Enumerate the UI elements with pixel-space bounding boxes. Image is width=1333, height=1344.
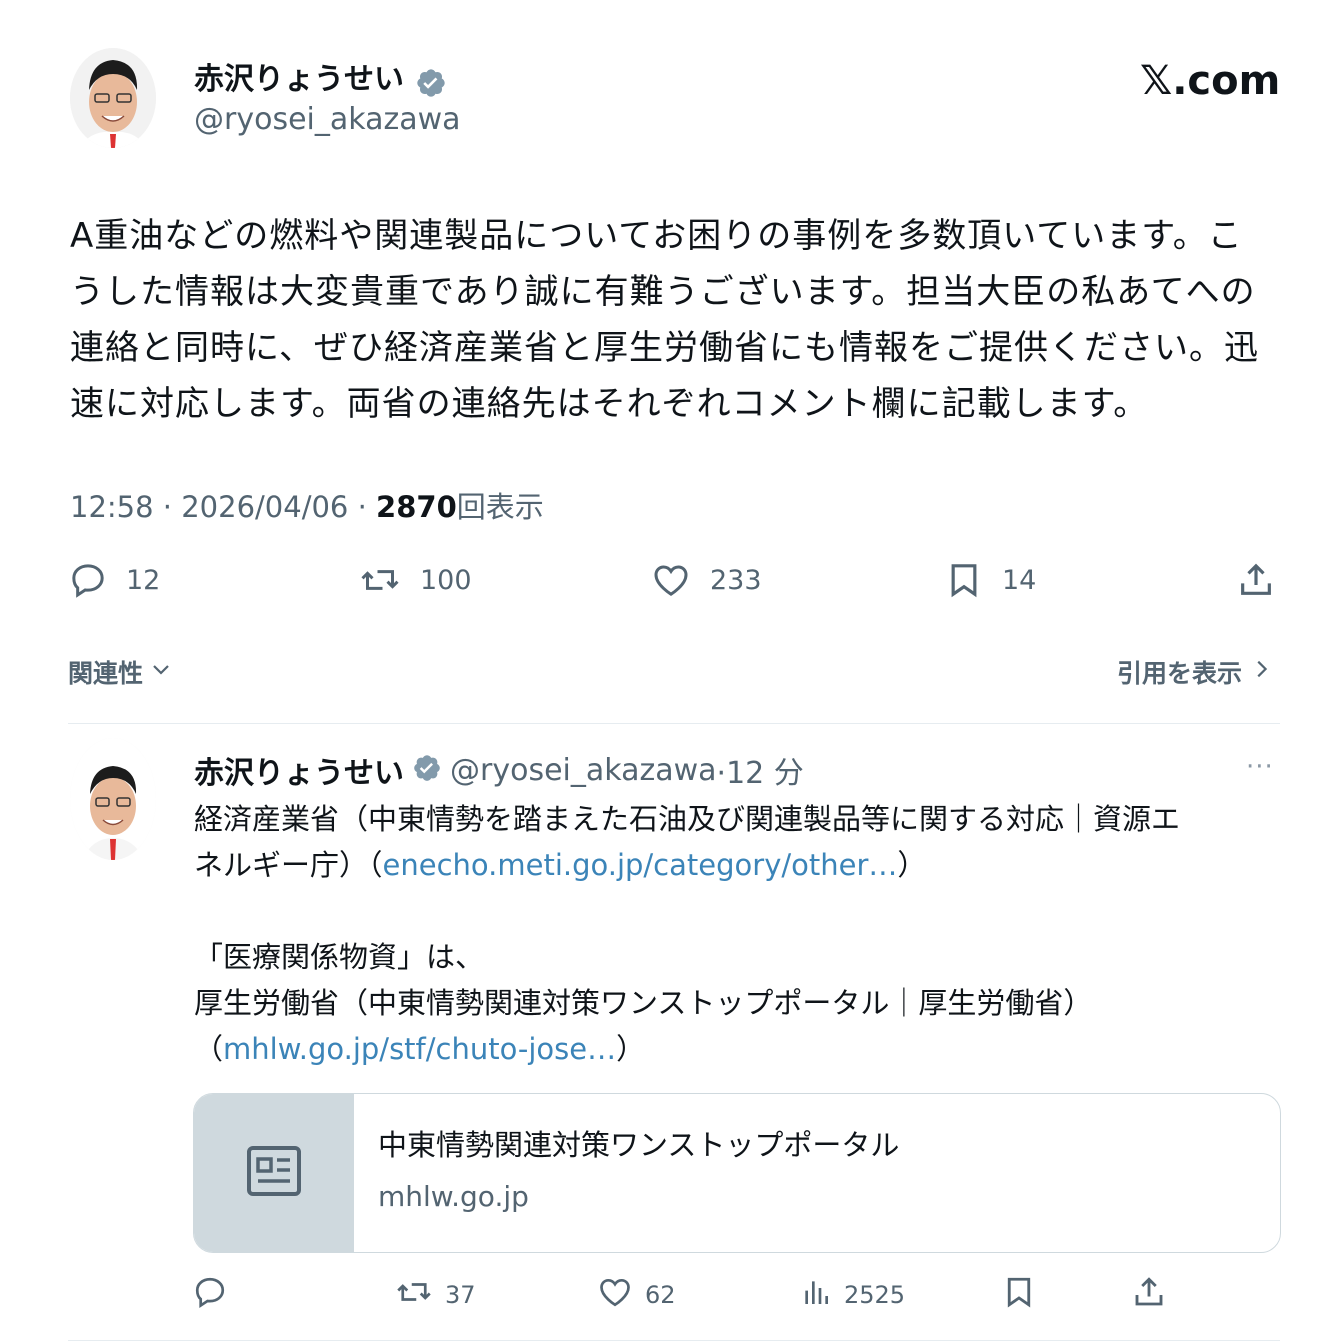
view-quotes-label: 引用を表示 bbox=[1117, 659, 1243, 688]
tweet-text: A重油などの燃料や関連製品についてお困りの事例を多数頂いています。こ うした情報… bbox=[70, 208, 1285, 432]
verified-badge-icon bbox=[412, 753, 442, 787]
share-icon bbox=[1236, 563, 1276, 604]
reply-count: 12 bbox=[126, 564, 161, 596]
views-count: 2870 bbox=[376, 490, 457, 524]
reply-share-button[interactable] bbox=[1131, 1274, 1167, 1314]
article-icon bbox=[246, 1145, 302, 1201]
enecho-link[interactable]: enecho.meti.go.jp/category/other… bbox=[383, 848, 898, 882]
like-button[interactable]: 233 bbox=[650, 560, 762, 600]
share-button[interactable] bbox=[1236, 560, 1276, 604]
reply-display-name[interactable]: 赤沢りょうせい bbox=[194, 748, 404, 792]
view-quotes-link[interactable]: 引用を表示 bbox=[1117, 654, 1272, 690]
heart-icon bbox=[650, 560, 692, 600]
reply-views-button[interactable]: 2525 bbox=[800, 1274, 905, 1316]
separator: · bbox=[162, 490, 173, 524]
reply-bookmark-button[interactable] bbox=[1001, 1274, 1037, 1314]
avatar[interactable] bbox=[70, 48, 156, 148]
mhlw-link[interactable]: mhlw.go.jp/stf/chuto-jose… bbox=[223, 1032, 616, 1066]
divider bbox=[68, 1340, 1280, 1341]
reply-handle[interactable]: @ryosei_akazawa bbox=[450, 753, 717, 788]
reply-text-fragment: ネルギー庁）（ bbox=[194, 848, 383, 882]
like-count: 233 bbox=[710, 564, 762, 596]
separator: · bbox=[357, 490, 367, 524]
repost-button[interactable]: 100 bbox=[358, 560, 472, 600]
verified-badge-icon bbox=[415, 67, 447, 103]
chevron-right-icon bbox=[1250, 657, 1272, 687]
bookmark-count: 14 bbox=[1002, 564, 1037, 596]
handle[interactable]: @ryosei_akazawa bbox=[194, 102, 461, 137]
reply-like-count: 62 bbox=[645, 1281, 676, 1309]
reply-views-count: 2525 bbox=[844, 1281, 906, 1309]
tweet-time[interactable]: 12:58 bbox=[70, 490, 154, 524]
reply-button[interactable]: 12 bbox=[68, 560, 160, 600]
heart-icon bbox=[597, 1274, 633, 1316]
bookmark-icon bbox=[944, 560, 984, 600]
reply-text-line: ネルギー庁）（enecho.meti.go.jp/category/other…… bbox=[194, 842, 1284, 888]
link-card-domain: mhlw.go.jp bbox=[378, 1180, 529, 1213]
display-name[interactable]: 赤沢りょうせい bbox=[194, 62, 404, 97]
reply-text-line: 厚生労働省（中東情勢関連対策ワンストップポータル｜厚生労働省） bbox=[194, 986, 1093, 1020]
more-options-icon[interactable]: ··· bbox=[1246, 752, 1274, 782]
reply-repost-count: 37 bbox=[445, 1281, 476, 1309]
bookmark-icon bbox=[1001, 1277, 1037, 1314]
share-icon bbox=[1131, 1277, 1167, 1314]
relevance-sort-dropdown[interactable]: 関連性 bbox=[68, 654, 173, 690]
reply-text-line: （mhlw.go.jp/stf/chuto-jose…） bbox=[194, 1026, 1284, 1072]
tweet-date[interactable]: 2026/04/06 bbox=[181, 490, 348, 524]
repost-icon bbox=[395, 1274, 433, 1316]
reply-repost-button[interactable]: 37 bbox=[395, 1274, 476, 1316]
site-logo: 𝕏.com bbox=[1140, 58, 1281, 104]
divider bbox=[68, 723, 1280, 724]
link-card-title: 中東情勢関連対策ワンストップポータル bbox=[378, 1128, 900, 1162]
reply-icon bbox=[192, 1274, 228, 1316]
tweet-text-line: 速に対応します。両省の連絡先はそれぞれコメント欄に記載します。 bbox=[70, 384, 1149, 424]
views-label: 回表示 bbox=[456, 490, 544, 524]
tweet-text-line: 連絡と同時に、ぜひ経済産業省と厚生労働省にも情報をご提供ください。迅 bbox=[70, 328, 1259, 368]
reply-reply-button[interactable] bbox=[192, 1274, 228, 1316]
reply-text-line: 「医療関係物資」は、 bbox=[194, 940, 485, 974]
tweet-meta: 12:58 · 2026/04/06 · 2870回表示 bbox=[70, 484, 544, 526]
reply-avatar[interactable] bbox=[70, 738, 156, 860]
bookmark-button[interactable]: 14 bbox=[944, 560, 1036, 600]
tweet-text-line: A重油などの燃料や関連製品についてお困りの事例を多数頂いています。こ bbox=[70, 216, 1243, 256]
analytics-icon bbox=[800, 1274, 832, 1316]
reply-header: 赤沢りょうせい @ryosei_akazawa ·12 分 bbox=[194, 748, 804, 792]
reply-text-fragment: ） bbox=[897, 848, 927, 882]
reply-time[interactable]: ·12 分 bbox=[717, 748, 804, 792]
repost-count: 100 bbox=[420, 564, 472, 596]
chevron-down-icon bbox=[149, 657, 173, 687]
reply-like-button[interactable]: 62 bbox=[597, 1274, 676, 1316]
tweet-text-line: うした情報は大変貴重であり誠に有難うございます。担当大臣の私あてへの bbox=[70, 272, 1256, 312]
reply-text: 経済産業省（中東情勢を踏まえた石油及び関連製品等に関する対応｜資源エ ネルギー庁… bbox=[194, 796, 1284, 1072]
reply-text-line: 経済産業省（中東情勢を踏まえた石油及び関連製品等に関する対応｜資源エ bbox=[194, 802, 1181, 836]
link-card-thumbnail bbox=[194, 1094, 354, 1252]
relevance-label: 関連性 bbox=[68, 659, 144, 688]
repost-icon bbox=[358, 560, 402, 600]
reply-icon bbox=[68, 560, 108, 600]
reply-text-fragment: ） bbox=[616, 1032, 646, 1066]
link-card[interactable]: 中東情勢関連対策ワンストップポータル mhlw.go.jp bbox=[193, 1093, 1281, 1253]
reply-text-fragment: （ bbox=[194, 1032, 224, 1066]
